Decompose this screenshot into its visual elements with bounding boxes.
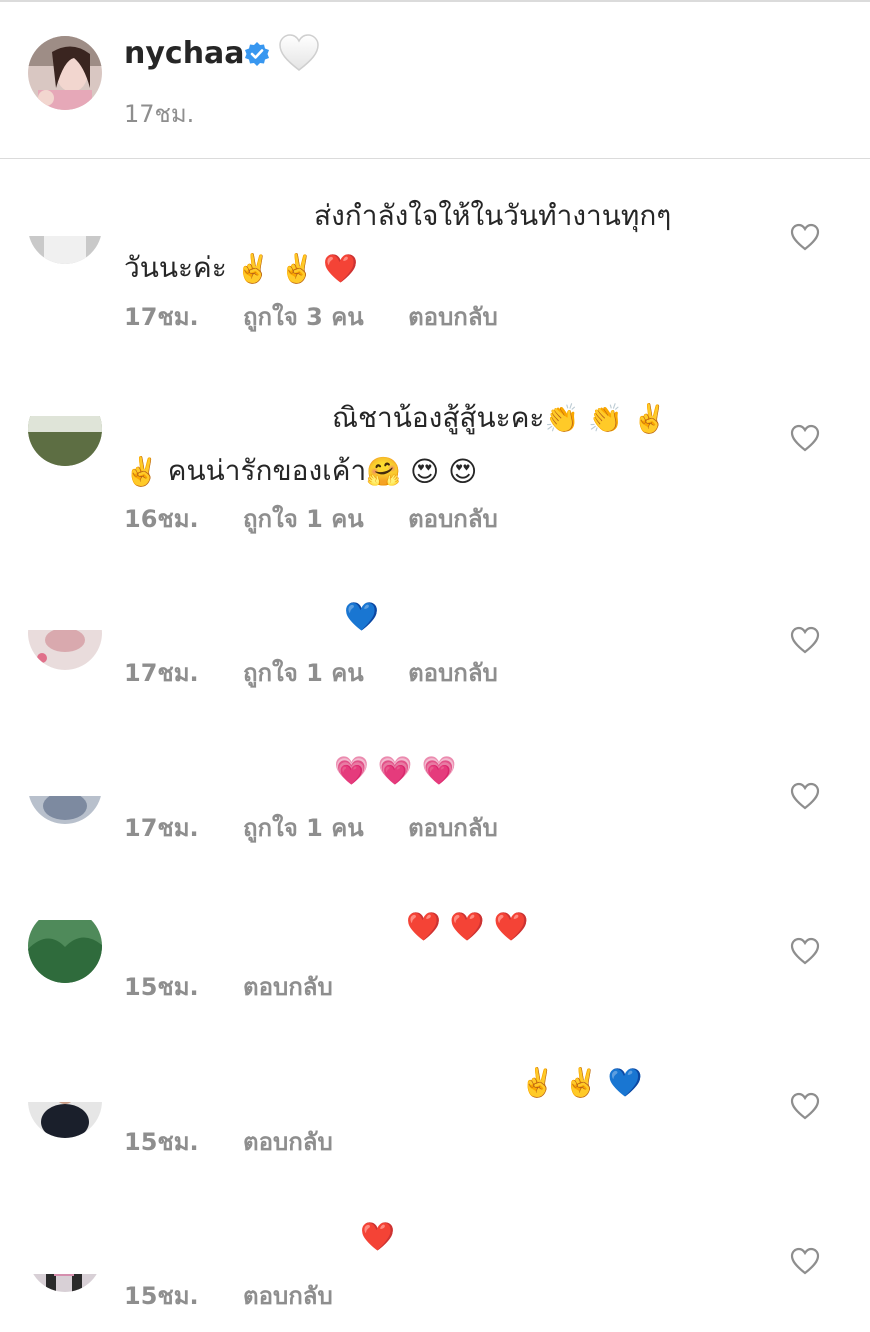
avatar-crop-mask: [24, 750, 108, 796]
comment-item: ✌️ ✌️ 💙 15ชม. ตอบกลับ: [0, 1060, 870, 1160]
reply-button[interactable]: ตอบกลับ: [408, 505, 498, 533]
comment-time: 15ชม.: [124, 1128, 199, 1156]
comment-text: ❤️: [124, 1210, 744, 1263]
comment-text-line1: ✌️ ✌️ 💙: [124, 1056, 744, 1109]
blue-heart-icon: 💙: [344, 600, 379, 633]
clapping-hands-icon: 👏: [544, 402, 580, 435]
comment-item: ส่งกำลังใจให้ในวันทำงานทุกๆ วันนะค่ะ ✌️ …: [0, 190, 870, 331]
comment-time: 17ชม.: [124, 814, 199, 842]
comment-text-segment: วันนะค่ะ: [124, 251, 227, 284]
comment-item: 💗 💗 💗 17ชม. ถูกใจ 1 คน ตอบกลับ: [0, 750, 870, 850]
blue-heart-icon: 💙: [607, 1066, 643, 1099]
comment-time: 17ชม.: [124, 659, 199, 687]
avatar-crop-mask: [24, 1214, 108, 1274]
comment-text-line2: วันนะค่ะ ✌️ ✌️ ❤️: [124, 242, 744, 295]
victory-hand-icon: ✌️: [235, 252, 271, 285]
hugging-face-icon: 🤗: [366, 455, 402, 488]
comment-text-line1: ส่งกำลังใจให้ในวันทำงานทุกๆ: [314, 199, 672, 232]
comment-text: 💗 💗 💗: [124, 744, 744, 797]
post-username[interactable]: nychaa: [124, 36, 245, 71]
comment-text-segment: คนน่ารักของเค้า: [167, 454, 367, 487]
avatar-crop-mask: [24, 392, 108, 416]
victory-hand-icon: ✌️: [520, 1066, 555, 1099]
comment-meta: 17ชม. ถูกใจ 1 คน ตอบกลับ: [124, 653, 534, 692]
comment-text: ณิชาน้องสู้สู้นะคะ👏 👏 ✌️ ✌️ คนน่ารักของเ…: [124, 392, 744, 498]
reply-button[interactable]: ตอบกลับ: [243, 973, 333, 1001]
comment-text-segment: ณิชาน้องสู้สู้นะคะ: [332, 401, 545, 434]
white-heart-icon: [279, 34, 319, 71]
heart-outline-icon[interactable]: [790, 1247, 820, 1275]
comment-likes-count[interactable]: ถูกใจ 3 คน: [243, 303, 364, 331]
heart-outline-icon[interactable]: [790, 1092, 820, 1120]
heart-eyes-icon: 😍: [409, 455, 440, 488]
post-author-avatar[interactable]: [28, 36, 102, 110]
comment-meta: 17ชม. ถูกใจ 1 คน ตอบกลับ: [124, 808, 534, 847]
comment-time: 16ชม.: [124, 505, 199, 533]
reply-button[interactable]: ตอบกลับ: [243, 1128, 333, 1156]
growing-heart-icon: 💗: [421, 754, 457, 787]
comment-text-line1: ❤️ ❤️ ❤️: [124, 900, 744, 953]
growing-heart-icon: 💗: [334, 754, 369, 787]
comment-likes-count[interactable]: ถูกใจ 1 คน: [243, 505, 364, 533]
post-header: nychaa 17ชม.: [0, 0, 870, 159]
avatar-crop-mask: [24, 904, 108, 920]
red-heart-icon: ❤️: [449, 910, 485, 943]
comment-text: ส่งกำลังใจให้ในวันทำงานทุกๆ วันนะค่ะ ✌️ …: [124, 190, 744, 295]
comment-item: ❤️ ❤️ ❤️ 15ชม. ตอบกลับ: [0, 904, 870, 1004]
heart-outline-icon[interactable]: [790, 626, 820, 654]
heart-outline-icon[interactable]: [790, 223, 820, 251]
comment-text-line1: 💗 💗 💗: [124, 744, 744, 797]
red-heart-icon: ❤️: [493, 910, 529, 943]
comment-time: 15ชม.: [124, 1282, 199, 1310]
victory-hand-icon: ✌️: [279, 252, 315, 285]
victory-hand-icon: ✌️: [563, 1066, 599, 1099]
comment-time: 15ชม.: [124, 973, 199, 1001]
comment-text: ✌️ ✌️ 💙: [124, 1056, 744, 1109]
heart-outline-icon[interactable]: [790, 424, 820, 452]
comment-meta: 16ชม. ถูกใจ 1 คน ตอบกลับ: [124, 499, 534, 538]
comment-likes-count[interactable]: ถูกใจ 1 คน: [243, 814, 364, 842]
comment-meta: 15ชม. ตอบกลับ: [124, 1122, 369, 1161]
victory-hand-icon: ✌️: [632, 402, 667, 435]
commenter-avatar[interactable]: [28, 909, 102, 983]
heart-eyes-icon: 😍: [448, 455, 478, 488]
comment-item: ณิชาน้องสู้สู้นะคะ👏 👏 ✌️ ✌️ คนน่ารักของเ…: [0, 392, 870, 533]
comment-item: 💙 17ชม. ถูกใจ 1 คน ตอบกลับ: [0, 596, 870, 696]
red-heart-icon: ❤️: [323, 252, 359, 285]
heart-outline-icon[interactable]: [790, 782, 820, 810]
red-heart-icon: ❤️: [406, 910, 441, 943]
comment-meta: 15ชม. ตอบกลับ: [124, 967, 369, 1006]
verified-badge-icon: [245, 42, 269, 66]
reply-button[interactable]: ตอบกลับ: [243, 1282, 333, 1310]
comment-text: 💙: [124, 590, 744, 643]
post-time: 17ชม.: [124, 100, 195, 128]
comment-meta: 15ชม. ตอบกลับ: [124, 1276, 369, 1315]
comment-time: 17ชม.: [124, 303, 199, 331]
comment-text-line1: ณิชาน้องสู้สู้นะคะ👏 👏 ✌️: [124, 392, 744, 445]
reply-button[interactable]: ตอบกลับ: [408, 303, 498, 331]
avatar-crop-mask: [24, 1060, 108, 1102]
heart-outline-icon[interactable]: [790, 937, 820, 965]
comment-text-line2: ✌️ คนน่ารักของเค้า🤗 😍 😍: [124, 445, 744, 498]
comment-text-line1: 💙: [124, 590, 744, 643]
comment-meta: 17ชม. ถูกใจ 3 คน ตอบกลับ: [124, 297, 534, 336]
reply-button[interactable]: ตอบกลับ: [408, 814, 498, 842]
victory-hand-icon: ✌️: [124, 455, 159, 488]
red-heart-icon: ❤️: [360, 1220, 395, 1253]
reply-button[interactable]: ตอบกลับ: [408, 659, 498, 687]
avatar-crop-mask: [24, 190, 108, 236]
growing-heart-icon: 💗: [377, 754, 413, 787]
comment-item: ❤️ 15ชม. ตอบกลับ: [0, 1214, 870, 1314]
comment-text: ❤️ ❤️ ❤️: [124, 900, 744, 953]
comment-text-line1: ❤️: [124, 1210, 744, 1263]
clapping-hands-icon: 👏: [588, 402, 624, 435]
avatar-crop-mask: [24, 596, 108, 630]
comment-likes-count[interactable]: ถูกใจ 1 คน: [243, 659, 364, 687]
